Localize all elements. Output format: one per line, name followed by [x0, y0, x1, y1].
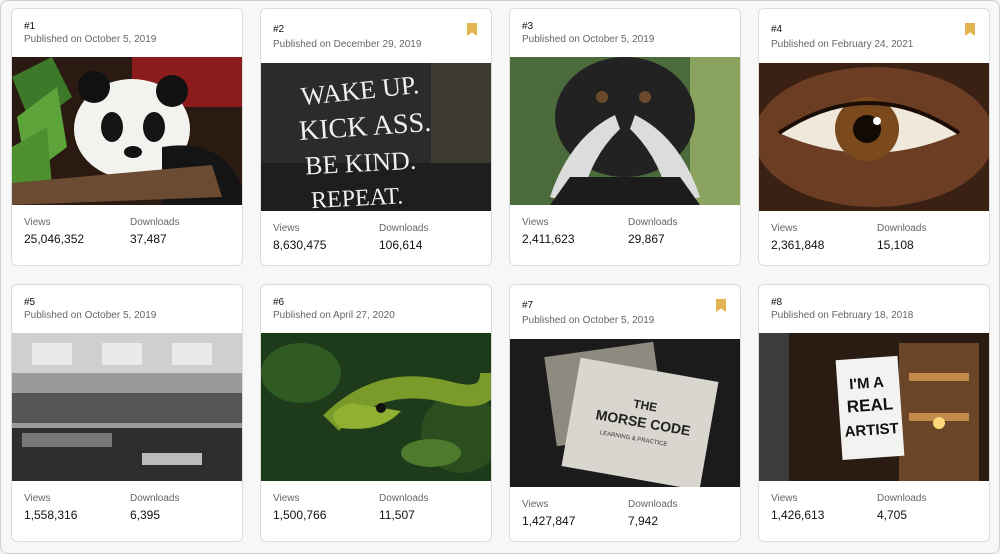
views-label: Views [522, 499, 549, 510]
views-label: Views [771, 493, 798, 504]
downloads-value: 7,942 [628, 514, 659, 528]
published-date: Published on October 5, 2019 [24, 34, 157, 45]
sign-line-2: REAL [846, 394, 893, 416]
views-value: 25,046,352 [24, 232, 85, 246]
rank-label: #7 [522, 300, 534, 311]
bookmark-icon[interactable] [716, 299, 726, 312]
published-date: Published on December 29, 2019 [273, 39, 422, 50]
photo-card-4[interactable]: #4 Published on February 24, 2021 Views … [758, 8, 990, 266]
sign-line-1: I'M A [849, 374, 885, 393]
published-date: Published on February 24, 2021 [771, 39, 914, 50]
rank-label: #6 [273, 297, 285, 308]
bookmark-icon[interactable] [467, 23, 477, 36]
views-label: Views [24, 217, 51, 228]
office-image[interactable] [12, 333, 242, 481]
photo-card-7[interactable]: #7 Published on October 5, 2019 THE MORS… [509, 284, 741, 542]
views-value: 1,427,847 [522, 514, 576, 528]
views-label: Views [273, 493, 300, 504]
published-date: Published on February 18, 2018 [771, 310, 914, 321]
real-artist-sign-image[interactable]: I'M A REAL ARTIST [759, 333, 989, 481]
bookmark-icon[interactable] [965, 23, 975, 36]
rank-label: #3 [522, 21, 534, 32]
downloads-label: Downloads [379, 493, 429, 504]
downloads-value: 106,614 [379, 238, 423, 252]
emperor-tamarin-image[interactable] [510, 57, 740, 205]
downloads-value: 29,867 [628, 232, 665, 246]
eye-image[interactable] [759, 63, 989, 211]
sign-line-3: BE KIND. [304, 146, 417, 181]
sign-line-4: REPEAT. [310, 183, 403, 211]
views-value: 1,558,316 [24, 508, 78, 522]
downloads-label: Downloads [130, 493, 180, 504]
photo-card-3[interactable]: #3 Published on October 5, 2019 Views 2,… [509, 8, 741, 266]
rank-label: #4 [771, 24, 783, 35]
published-date: Published on October 5, 2019 [24, 310, 157, 321]
views-value: 1,500,766 [273, 508, 327, 522]
rank-label: #2 [273, 24, 285, 35]
downloads-label: Downloads [628, 499, 678, 510]
downloads-value: 4,705 [877, 508, 908, 522]
downloads-label: Downloads [379, 223, 429, 234]
wake-up-sign-image[interactable]: WAKE UP. KICK ASS. BE KIND. REPEAT. [261, 63, 491, 211]
published-date: Published on April 27, 2020 [273, 310, 395, 321]
views-value: 2,411,623 [522, 232, 575, 246]
views-label: Views [24, 493, 51, 504]
views-label: Views [522, 217, 549, 228]
morse-code-book-image[interactable]: THE MORSE CODE LEARNING & PRACTICE [510, 339, 740, 487]
downloads-value: 15,108 [877, 238, 914, 252]
rank-label: #5 [24, 297, 36, 308]
views-value: 8,630,475 [273, 238, 327, 252]
photo-card-2[interactable]: #2 Published on December 29, 2019 WAKE U… [260, 8, 492, 266]
published-date: Published on October 5, 2019 [522, 315, 655, 326]
downloads-label: Downloads [877, 223, 927, 234]
photo-card-8[interactable]: #8 Published on February 18, 2018 I'M A … [758, 284, 990, 542]
rank-label: #1 [24, 21, 36, 32]
downloads-value: 37,487 [130, 232, 167, 246]
views-label: Views [771, 223, 798, 234]
panda-image[interactable] [12, 57, 242, 205]
photo-card-5[interactable]: #5 Published on October 5, 2019 Views 1,… [11, 284, 243, 542]
published-date: Published on October 5, 2019 [522, 34, 655, 45]
downloads-label: Downloads [877, 493, 927, 504]
downloads-label: Downloads [628, 217, 678, 228]
photo-card-6[interactable]: #6 Published on April 27, 2020 Views 1,5… [260, 284, 492, 542]
photo-card-1[interactable]: #1 Published on October 5, 2019 Views 25… [11, 8, 243, 266]
downloads-value: 6,395 [130, 508, 161, 522]
rank-label: #8 [771, 297, 783, 308]
snake-image[interactable] [261, 333, 491, 481]
views-value: 1,426,613 [771, 508, 825, 522]
downloads-label: Downloads [130, 217, 180, 228]
views-label: Views [273, 223, 300, 234]
downloads-value: 11,507 [379, 508, 415, 522]
views-value: 2,361,848 [771, 238, 825, 252]
